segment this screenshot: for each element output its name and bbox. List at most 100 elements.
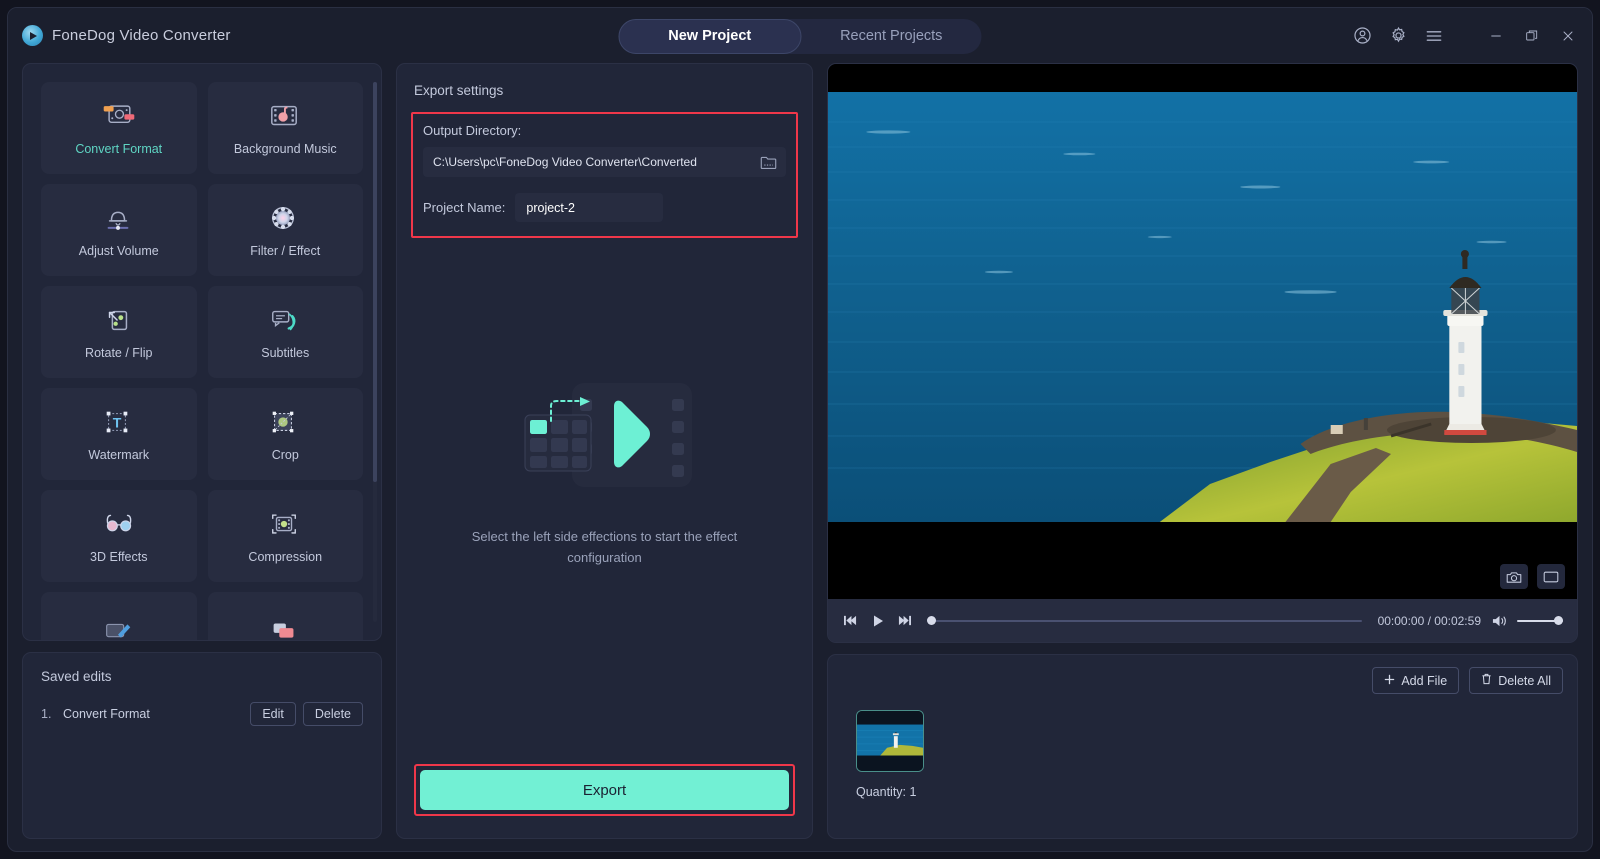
export-button-highlight: Export [414,764,795,816]
playback-time: 00:00:00 / 00:02:59 [1377,613,1481,628]
plus-icon [1384,674,1395,688]
title-bar: FoneDog Video Converter New Project Rece… [8,8,1592,63]
progress-track [927,619,1362,622]
effects-tool-grid: Convert Format Background Music Adjust V… [41,82,363,641]
skip-previous-icon[interactable] [842,612,859,629]
tool-merge[interactable] [207,592,363,641]
trash-icon [1481,673,1492,688]
menu-hamburger-icon[interactable] [1424,26,1444,46]
fullscreen-icon[interactable] [1537,564,1565,589]
progress-knob[interactable] [927,616,936,625]
saved-edits-title: Saved edits [41,669,112,684]
effects-tool-panel: Convert Format Background Music Adjust V… [22,63,382,641]
effects-placeholder-text: Select the left side effections to start… [471,528,738,565]
tool-crop[interactable]: Crop [207,388,363,480]
compression-icon [267,509,303,541]
account-icon[interactable] [1352,26,1372,46]
tool-adjust-volume[interactable]: Adjust Volume [41,184,197,276]
volume-slider[interactable] [1517,615,1563,627]
add-file-button[interactable]: Add File [1372,667,1460,694]
tools-scrollbar-thumb[interactable] [373,82,377,482]
saved-edits-panel: Saved edits 1. Convert Format Edit Delet… [22,652,382,839]
saved-edits-row: 1. Convert Format Edit Delete [41,702,363,726]
saved-edit-index: 1. [41,707,52,721]
tool-compression[interactable]: Compression [207,490,363,582]
tool-watermark[interactable]: T Watermark [41,388,197,480]
tool-label: Convert Format [75,141,163,156]
play-circle-icon [22,25,43,46]
saved-edit-delete-button[interactable]: Delete [302,702,363,726]
camera-snapshot-icon[interactable] [1500,564,1528,589]
center-column: Export settings Output Directory: C:\Use… [396,63,813,839]
background-music-icon [267,101,303,133]
export-settings-panel: Export settings Output Directory: C:\Use… [396,63,813,839]
tool-filter-effect[interactable]: Filter / Effect [207,184,363,276]
tool-label: Subtitles [261,345,310,360]
saved-edit-edit-button[interactable]: Edit [250,702,296,726]
delete-all-button[interactable]: Delete All [1469,667,1563,694]
output-directory-value: C:\Users\pc\FoneDog Video Converter\Conv… [433,155,697,169]
main-content: Convert Format Background Music Adjust V… [8,63,1592,851]
file-thumbnail-wrap[interactable] [856,710,1563,772]
filter-effect-icon [267,203,303,235]
tool-label: Crop [271,447,299,462]
effects-placeholder: Select the left side effections to start… [411,178,798,764]
enhance-icon [101,618,137,641]
tool-background-music[interactable]: Background Music [207,82,363,174]
video-stage[interactable] [828,64,1577,599]
folder-browse-icon[interactable] [760,153,778,171]
tool-convert-format[interactable]: Convert Format [41,82,197,174]
tool-label: Watermark [88,447,150,462]
left-column: Convert Format Background Music Adjust V… [22,63,382,839]
export-settings-title: Export settings [414,83,504,98]
application-window: FoneDog Video Converter New Project Rece… [7,7,1593,852]
tool-label: Compression [248,549,323,564]
file-quantity-label: Quantity: 1 [856,785,917,799]
right-column: 00:00:00 / 00:02:59 Add File Delete All … [827,63,1578,839]
effects-placeholder-icon [510,375,700,500]
tool-label: Background Music [233,141,337,156]
project-tabs: New Project Recent Projects [618,19,982,54]
volume-knob[interactable] [1554,616,1563,625]
volume-icon[interactable] [1491,613,1507,629]
video-preview-panel: 00:00:00 / 00:02:59 [827,63,1578,643]
tool-3d-effects[interactable]: 3D Effects [41,490,197,582]
convert-format-icon [101,101,137,133]
video-frame-lighthouse [828,92,1577,522]
tab-recent-projects[interactable]: Recent Projects [801,19,982,54]
delete-all-label: Delete All [1498,673,1551,688]
subtitles-icon [267,305,303,337]
output-directory-label: Output Directory: [423,123,522,138]
rotate-flip-icon [101,305,137,337]
output-directory-input[interactable]: C:\Users\pc\FoneDog Video Converter\Conv… [423,147,786,177]
add-file-label: Add File [1401,673,1448,688]
tool-rotate-flip[interactable]: Rotate / Flip [41,286,197,378]
window-controls [1352,8,1578,63]
adjust-volume-icon [101,203,137,235]
playback-progress-slider[interactable] [927,614,1362,628]
player-controls: 00:00:00 / 00:02:59 [828,599,1577,642]
close-icon[interactable] [1558,26,1578,46]
tools-scrollbar[interactable] [373,82,377,622]
3d-effects-icon [101,509,137,541]
play-icon[interactable] [869,612,886,629]
tool-label: Rotate / Flip [85,345,153,360]
tool-subtitles[interactable]: Subtitles [207,286,363,378]
saved-edit-name: Convert Format [63,707,150,721]
tool-label: Adjust Volume [78,243,159,258]
watermark-icon: T [101,407,137,439]
settings-gear-icon[interactable] [1388,26,1408,46]
skip-next-icon[interactable] [896,612,913,629]
maximize-icon[interactable] [1522,26,1542,46]
tab-new-project[interactable]: New Project [618,19,801,54]
merge-icon [267,618,303,641]
brand: FoneDog Video Converter [22,25,231,46]
crop-icon [267,407,303,439]
minimize-icon[interactable] [1486,26,1506,46]
tool-enhance[interactable] [41,592,197,641]
file-list-toolbar: Add File Delete All [842,667,1563,694]
tool-label: Filter / Effect [250,243,321,258]
lighthouse-thumbnail[interactable] [856,710,924,772]
export-button[interactable]: Export [420,770,789,810]
app-title: FoneDog Video Converter [52,27,231,44]
